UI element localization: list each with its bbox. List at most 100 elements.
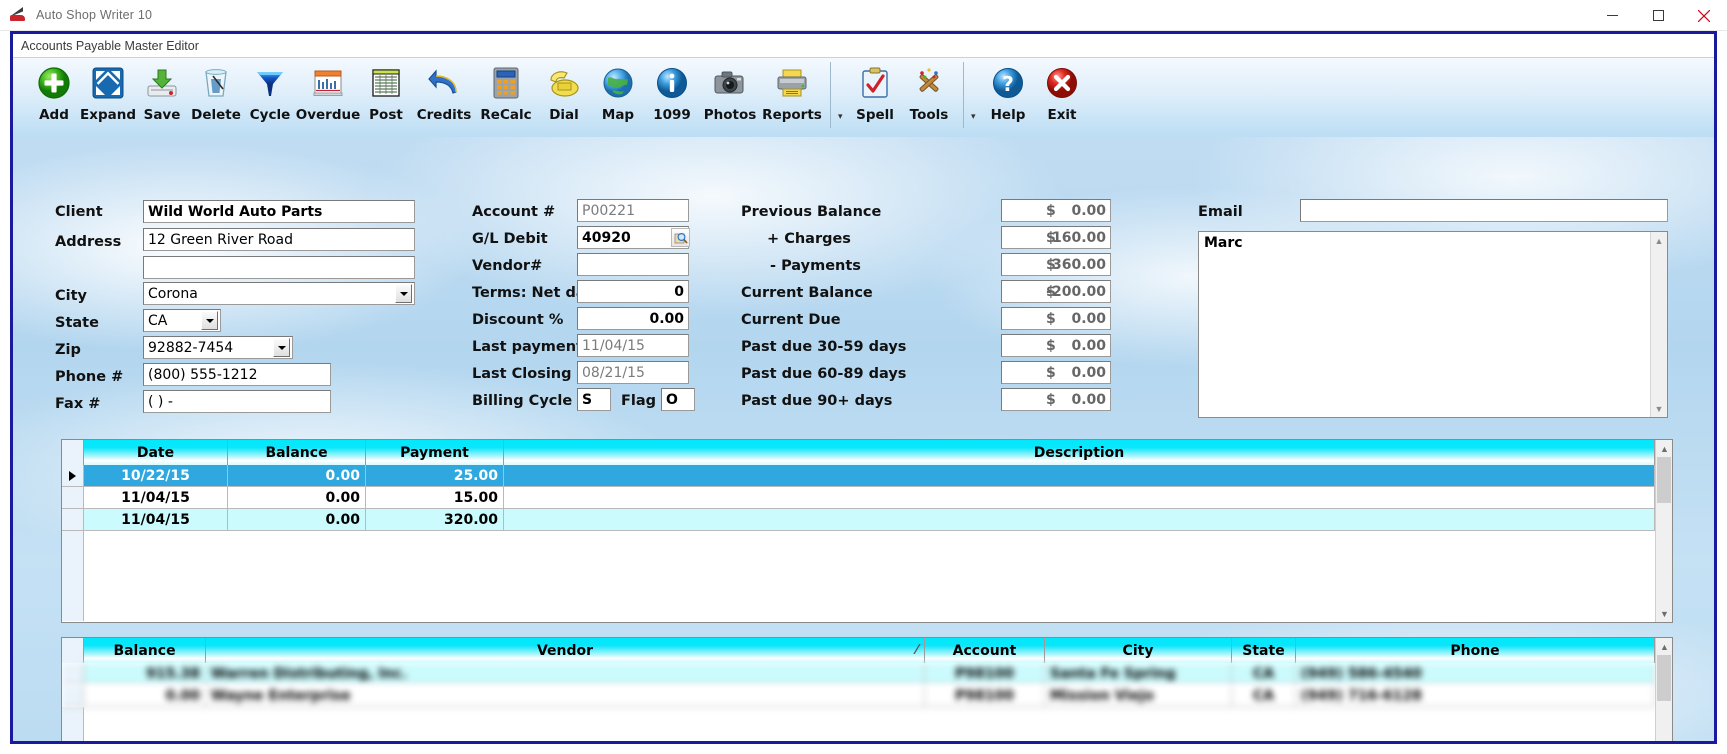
chevron-down-icon[interactable] (201, 311, 218, 330)
column-header-phone[interactable]: Phone (1296, 638, 1655, 663)
row-selector[interactable] (62, 509, 84, 531)
cell-date[interactable]: 11/04/15 (84, 509, 228, 531)
column-header-state[interactable]: State (1232, 638, 1296, 663)
minimize-icon[interactable] (1589, 0, 1635, 31)
cell-account[interactable]: P98100 (925, 685, 1045, 707)
transactions-grid-scrollbar[interactable]: ▲ ▼ (1655, 440, 1672, 622)
row-selector[interactable] (62, 487, 84, 509)
cell-balance[interactable]: 0.00 (228, 465, 366, 487)
column-header-account[interactable]: Account (925, 638, 1045, 663)
toolbar-button-save[interactable]: Save (135, 58, 189, 123)
cell-state[interactable]: CA (1232, 663, 1296, 685)
scroll-up-icon[interactable]: ▲ (1656, 638, 1672, 655)
cell-payment[interactable]: 15.00 (366, 487, 504, 509)
scroll-down-icon[interactable]: ▼ (1656, 605, 1672, 622)
toolbar-button-expand[interactable]: Expand (80, 58, 136, 123)
close-icon[interactable] (1681, 0, 1727, 31)
toolbar-button-help[interactable]: ? Help (981, 58, 1035, 123)
discount-percent-input[interactable]: 0.00 (577, 307, 689, 330)
last-closing-input[interactable]: 08/21/15 (577, 361, 689, 384)
billing-cycle-input[interactable]: S (577, 388, 611, 411)
cell-description[interactable] (504, 465, 1655, 487)
toolbar-button-spell[interactable]: Spell (848, 58, 902, 123)
past-due-30-59-value[interactable]: 0.00 (1071, 338, 1106, 354)
vendors-grid[interactable]: Balance Vendor ⁄ Account City State Phon… (61, 637, 1673, 741)
row-selector[interactable] (62, 663, 84, 685)
cell-vendor[interactable]: Warren Distributing, Inc. (206, 663, 925, 685)
fax-input[interactable]: ( ) - (143, 390, 331, 413)
vendor-number-input[interactable] (577, 253, 689, 276)
scrollbar-thumb[interactable] (1657, 655, 1671, 701)
current-due-value[interactable]: 0.00 (1071, 311, 1106, 327)
column-header-date[interactable]: Date (84, 440, 228, 465)
cell-balance[interactable]: 915.38 (84, 663, 206, 685)
chevron-down-icon[interactable] (273, 338, 290, 357)
cell-vendor[interactable]: Wayne Enterprise (206, 685, 925, 707)
cell-city[interactable]: Santa Fe Spring (1045, 663, 1232, 685)
cell-account[interactable]: P98100 (925, 663, 1045, 685)
city-combobox[interactable]: Corona (143, 282, 415, 305)
scrollbar-thumb[interactable] (1657, 457, 1671, 503)
toolbar-overflow-caret-2[interactable]: ▾ (971, 112, 981, 121)
transactions-grid[interactable]: Date Balance Payment Description 10/22/1… (61, 439, 1673, 623)
scroll-down-icon[interactable]: ▼ (1651, 400, 1667, 417)
column-header-payment[interactable]: Payment (366, 440, 504, 465)
toolbar-button-credits[interactable]: Credits (413, 58, 475, 123)
table-row[interactable]: 915.38 Warren Distributing, Inc. P98100 … (62, 663, 1655, 685)
scroll-up-icon[interactable]: ▲ (1651, 232, 1667, 249)
table-row[interactable]: 11/04/15 0.00 320.00 (62, 509, 1655, 531)
toolbar-button-map[interactable]: Map (591, 58, 645, 123)
toolbar-button-cycle[interactable]: Cycle (243, 58, 297, 123)
toolbar-button-exit[interactable]: Exit (1035, 58, 1089, 123)
cell-description[interactable] (504, 509, 1655, 531)
cell-phone[interactable]: (949) 586-4540 (1296, 663, 1655, 685)
past-due-60-89-value[interactable]: 0.00 (1071, 365, 1106, 381)
toolbar-button-overdue[interactable]: Overdue (296, 58, 360, 123)
toolbar-button-delete[interactable]: Delete (189, 58, 243, 123)
flag-input[interactable]: O (661, 388, 695, 411)
last-payment-input[interactable]: 11/04/15 (577, 334, 689, 357)
cell-state[interactable]: CA (1232, 685, 1296, 707)
cell-payment[interactable]: 25.00 (366, 465, 504, 487)
cell-date[interactable]: 10/22/15 (84, 465, 228, 487)
toolbar-button-reports[interactable]: Reports (761, 58, 823, 123)
column-header-city[interactable]: City (1045, 638, 1232, 663)
toolbar-button-post[interactable]: Post (359, 58, 413, 123)
vendors-grid-scrollbar[interactable]: ▲ (1655, 638, 1672, 741)
toolbar-button-tools[interactable]: Tools (902, 58, 956, 123)
previous-balance-value[interactable]: 0.00 (1071, 203, 1106, 219)
charges-value[interactable]: 160.00 (1052, 230, 1106, 246)
table-row[interactable]: 10/22/15 0.00 25.00 (62, 465, 1655, 487)
account-number-input[interactable]: P00221 (577, 199, 689, 222)
phone-input[interactable]: (800) 555-1212 (143, 363, 331, 386)
cell-payment[interactable]: 320.00 (366, 509, 504, 531)
cell-phone[interactable]: (949) 716-6128 (1296, 685, 1655, 707)
row-selector[interactable] (62, 465, 84, 487)
cell-date[interactable]: 11/04/15 (84, 487, 228, 509)
table-row[interactable]: 0.00 Wayne Enterprise P98100 Mission Vie… (62, 685, 1655, 707)
cell-balance[interactable]: 0.00 (228, 509, 366, 531)
terms-net-days-input[interactable]: 0 (577, 280, 689, 303)
state-combobox[interactable]: CA (143, 309, 221, 332)
maximize-icon[interactable] (1635, 0, 1681, 31)
toolbar-button-photos[interactable]: Photos (699, 58, 761, 123)
column-header-vendor[interactable]: Vendor ⁄ (206, 638, 925, 663)
magnifier-lookup-icon[interactable] (671, 228, 690, 247)
notes-scrollbar[interactable]: ▲ ▼ (1650, 232, 1667, 417)
toolbar-button-dial[interactable]: Dial (537, 58, 591, 123)
chevron-down-icon[interactable] (395, 284, 412, 303)
toolbar-button-recalc[interactable]: ReCalc (475, 58, 537, 123)
toolbar-button-1099[interactable]: 1099 (645, 58, 699, 123)
address-line2-input[interactable] (143, 256, 415, 279)
toolbar-overflow-caret-1[interactable]: ▾ (838, 112, 848, 121)
notes-textarea[interactable]: Marc ▲ ▼ (1198, 231, 1668, 418)
cell-city[interactable]: Mission Viejo (1045, 685, 1232, 707)
cell-balance[interactable]: 0.00 (84, 685, 206, 707)
address-line1-input[interactable]: 12 Green River Road (143, 228, 415, 251)
scroll-up-icon[interactable]: ▲ (1656, 440, 1672, 457)
column-header-balance[interactable]: Balance (228, 440, 366, 465)
zip-combobox[interactable]: 92882-7454 (143, 336, 293, 359)
column-header-description[interactable]: Description (504, 440, 1655, 465)
past-due-90-value[interactable]: 0.00 (1071, 392, 1106, 408)
client-input[interactable]: Wild World Auto Parts (143, 200, 415, 223)
